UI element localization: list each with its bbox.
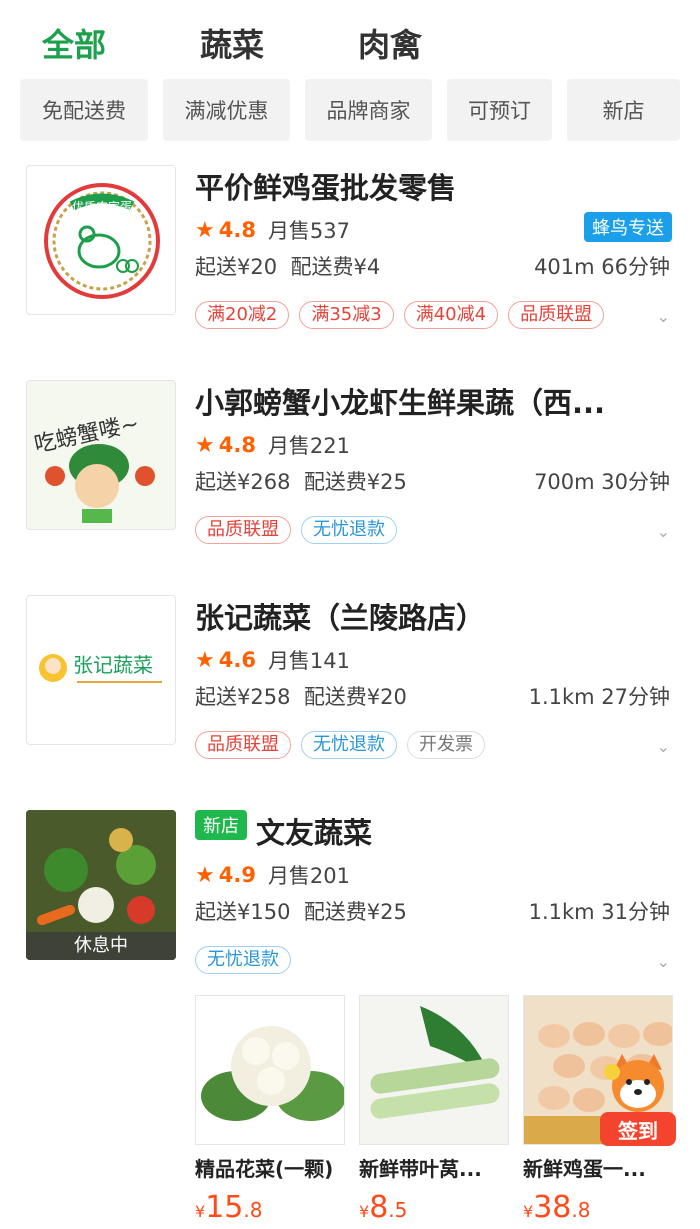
price-decimal: .8 bbox=[571, 1198, 591, 1222]
promo-tag: 满40减4 bbox=[403, 301, 499, 329]
tab-vegetables[interactable]: 蔬菜 bbox=[200, 20, 264, 66]
delivery-fee: 配送费¥25 bbox=[303, 900, 407, 924]
rating-score: 4.8 bbox=[218, 433, 256, 457]
filter-preorder[interactable]: 可预订 bbox=[447, 79, 552, 141]
filter-bar: 免配送费 满减优惠 品牌商家 可预订 新店 bbox=[20, 79, 680, 141]
filter-free-delivery[interactable]: 免配送费 bbox=[20, 79, 148, 141]
shop-card[interactable]: 张记蔬菜 张记蔬菜（兰陵路店） ★ 4.6 月售141 起送¥258 配送费¥2… bbox=[0, 595, 700, 785]
min-order: 起送¥20 bbox=[195, 255, 278, 279]
shop-rating: ★ 4.8 月售537 bbox=[195, 215, 350, 245]
product-price: ¥8.5 bbox=[359, 1190, 509, 1225]
monthly-sales: 月售221 bbox=[267, 434, 351, 458]
delivery-fee: 配送费¥20 bbox=[303, 685, 407, 709]
quality-tag: 品质联盟 bbox=[195, 516, 291, 544]
min-order: 起送¥150 bbox=[195, 900, 291, 924]
min-order: 起送¥258 bbox=[195, 685, 291, 709]
delivery-fee: 配送费¥25 bbox=[303, 470, 407, 494]
rating-score: 4.9 bbox=[218, 863, 256, 887]
product-name: 新鲜带叶莴... bbox=[359, 1157, 482, 1181]
shop-name: 小郭螃蟹小龙虾生鲜果蔬（西... bbox=[195, 386, 606, 420]
tab-meat-poultry[interactable]: 肉禽 bbox=[358, 20, 422, 66]
shop-name: 文友蔬菜 bbox=[256, 816, 373, 850]
star-icon: ★ bbox=[195, 217, 215, 243]
filter-discounts[interactable]: 满减优惠 bbox=[163, 79, 290, 141]
price-decimal: .8 bbox=[243, 1198, 263, 1222]
filter-new-stores[interactable]: 新店 bbox=[567, 79, 680, 141]
product-price: ¥15.8 bbox=[195, 1190, 345, 1225]
monthly-sales: 月售201 bbox=[267, 864, 351, 888]
price-currency: ¥ bbox=[195, 1202, 206, 1221]
logo-text: 张记蔬菜 bbox=[73, 653, 153, 677]
category-tabs: 全部 蔬菜 肉禽 bbox=[0, 0, 700, 80]
shop-name: 平价鲜鸡蛋批发零售 bbox=[195, 171, 457, 205]
shop-cost: 起送¥150 配送费¥25 bbox=[195, 896, 407, 926]
monthly-sales: 月售141 bbox=[267, 649, 351, 673]
product-card[interactable]: 新鲜带叶莴... ¥8.5 bbox=[359, 995, 509, 1225]
quality-tag: 品质联盟 bbox=[508, 301, 605, 329]
price-decimal: .5 bbox=[388, 1198, 408, 1222]
shop-photo: 休息中 bbox=[26, 810, 176, 960]
chevron-down-icon[interactable]: ⌄ bbox=[657, 737, 670, 756]
min-order: 起送¥268 bbox=[195, 470, 291, 494]
delivery-fee: 配送费¥4 bbox=[290, 255, 381, 279]
distance-time: 700m 30分钟 bbox=[534, 470, 670, 494]
promo-tag: 满35减3 bbox=[299, 301, 394, 329]
shop-cost: 起送¥20 配送费¥4 bbox=[195, 251, 380, 281]
shop-card[interactable]: 吃螃蟹喽~ 小郭螃蟹小龙虾生鲜果蔬（西... ★ 4.8 月售221 起送¥26… bbox=[0, 380, 700, 570]
tab-all[interactable]: 全部 bbox=[42, 20, 106, 66]
product-name: 新鲜鸡蛋一... bbox=[523, 1157, 646, 1181]
distance-time: 1.1km 27分钟 bbox=[528, 685, 670, 709]
price-integer: 38 bbox=[533, 1190, 572, 1225]
shop-logo: 优质农家蛋 bbox=[26, 165, 176, 315]
price-integer: 8 bbox=[369, 1190, 389, 1225]
delivery-badge: 蜂鸟专送 bbox=[584, 212, 672, 242]
price-currency: ¥ bbox=[523, 1202, 534, 1221]
promo-tags: 品质联盟 无忧退款 开发票 bbox=[195, 731, 485, 759]
shop-cost: 起送¥258 配送费¥20 bbox=[195, 681, 407, 711]
product-name: 精品花菜(一颗) bbox=[195, 1157, 334, 1181]
promo-tags: 无忧退款 bbox=[195, 946, 291, 974]
price-integer: 15 bbox=[205, 1190, 244, 1225]
refund-tag: 无忧退款 bbox=[301, 731, 397, 759]
shop-cost: 起送¥268 配送费¥25 bbox=[195, 466, 407, 496]
new-store-badge: 新店 bbox=[195, 810, 247, 840]
product-price: ¥38.8 bbox=[523, 1190, 673, 1225]
product-card[interactable]: 精品花菜(一颗) ¥15.8 bbox=[195, 995, 345, 1225]
promo-tags: 品质联盟 无忧退款 bbox=[195, 516, 397, 544]
chevron-down-icon[interactable]: ⌄ bbox=[657, 952, 670, 971]
filter-brand-merchants[interactable]: 品牌商家 bbox=[305, 79, 432, 141]
distance-time: 1.1km 31分钟 bbox=[528, 900, 670, 924]
shop-rating: ★ 4.9 月售201 bbox=[195, 860, 350, 890]
logo-text: 优质农家蛋 bbox=[72, 199, 132, 214]
shop-rating: ★ 4.6 月售141 bbox=[195, 645, 350, 675]
shop-card[interactable]: 休息中 新店 文友蔬菜 ★ 4.9 月售201 起送¥150 配送费¥25 1.… bbox=[0, 810, 700, 990]
invoice-tag: 开发票 bbox=[407, 731, 485, 759]
price-currency: ¥ bbox=[359, 1202, 370, 1221]
shop-logo: 吃螃蟹喽~ bbox=[26, 380, 176, 530]
rating-score: 4.8 bbox=[218, 218, 256, 242]
quality-tag: 品质联盟 bbox=[195, 731, 291, 759]
closed-status: 休息中 bbox=[26, 932, 176, 960]
shop-rating: ★ 4.8 月售221 bbox=[195, 430, 350, 460]
refund-tag: 无忧退款 bbox=[195, 946, 291, 974]
chevron-down-icon[interactable]: ⌄ bbox=[657, 522, 670, 541]
product-image bbox=[195, 995, 345, 1145]
star-icon: ★ bbox=[195, 432, 215, 458]
checkin-floating-button[interactable]: 签到 bbox=[598, 1050, 678, 1150]
chevron-down-icon[interactable]: ⌄ bbox=[657, 307, 670, 326]
rating-score: 4.6 bbox=[218, 648, 256, 672]
refund-tag: 无忧退款 bbox=[301, 516, 397, 544]
shop-logo: 张记蔬菜 bbox=[26, 595, 176, 745]
product-image bbox=[359, 995, 509, 1145]
distance-time: 401m 66分钟 bbox=[534, 255, 670, 279]
promo-tag: 满20减2 bbox=[195, 301, 290, 329]
monthly-sales: 月售537 bbox=[267, 219, 351, 243]
promo-tags: 满20减2 满35减3 满40减4 品质联盟 bbox=[195, 301, 605, 329]
shop-name: 张记蔬菜（兰陵路店） bbox=[195, 601, 486, 635]
shop-card[interactable]: 优质农家蛋 平价鲜鸡蛋批发零售 ★ 4.8 月售537 蜂鸟专送 起送¥20 配… bbox=[0, 165, 700, 355]
checkin-label: 签到 bbox=[617, 1119, 658, 1143]
star-icon: ★ bbox=[195, 647, 215, 673]
star-icon: ★ bbox=[195, 862, 215, 888]
